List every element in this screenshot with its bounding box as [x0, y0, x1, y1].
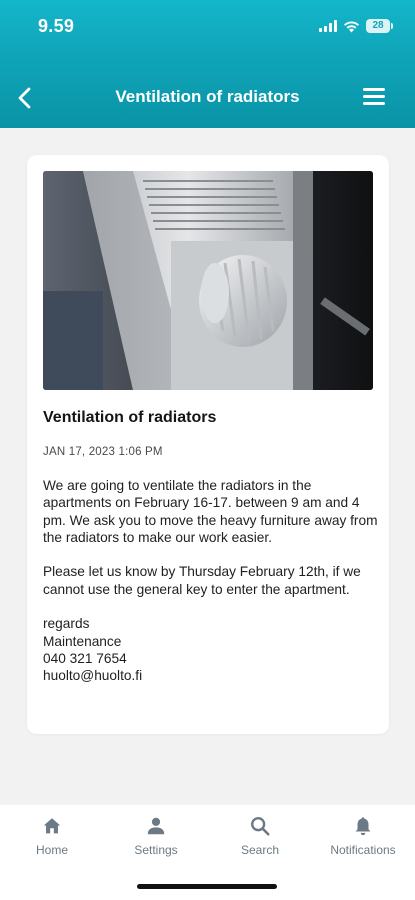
signature-email: huolto@huolto.fi	[43, 668, 143, 684]
tab-notifications[interactable]: Notifications	[311, 815, 415, 867]
back-button[interactable]	[12, 84, 40, 112]
bell-icon	[355, 817, 371, 836]
article-date: JAN 17, 2023 1:06 PM	[43, 446, 163, 458]
status-bar: 9.59 28	[0, 0, 415, 54]
signature-greeting: regards	[43, 616, 90, 632]
tab-notifications-label: Notifications	[330, 843, 396, 857]
battery-icon: 28	[366, 19, 393, 33]
page-title: Ventilation of radiators	[115, 87, 300, 106]
battery-level: 28	[372, 20, 384, 31]
signature-sender: Maintenance	[43, 633, 122, 649]
article-paragraph: We are going to ventilate the radiators …	[43, 478, 378, 545]
article-signature: regards Maintenance 040 321 7654 huolto@…	[43, 615, 378, 684]
article-title: Ventilation of radiators	[43, 409, 217, 426]
tab-search-label: Search	[240, 843, 280, 857]
hamburger-menu-icon	[363, 88, 385, 91]
article-card: Ventilation of radiators JAN 17, 2023 1:…	[27, 155, 389, 734]
app-header: 9.59 28 Ventilation of radiators	[0, 0, 415, 128]
tab-home[interactable]: Home	[0, 815, 104, 867]
tab-search[interactable]: Search	[208, 815, 312, 867]
tab-settings[interactable]: Settings	[104, 815, 208, 867]
article-paragraph: Please let us know by Thursday February …	[43, 564, 361, 597]
chevron-left-icon	[18, 87, 31, 109]
article-body: We are going to ventilate the radiators …	[43, 477, 378, 685]
wifi-icon	[343, 20, 360, 33]
signature-phone: 040 321 7654	[43, 650, 127, 666]
status-time: 9.59	[38, 16, 75, 36]
status-icons: 28	[319, 18, 393, 34]
tab-home-label: Home	[35, 843, 68, 857]
home-indicator	[137, 884, 277, 889]
search-icon	[251, 817, 270, 836]
radiator-photo	[43, 171, 373, 390]
home-icon	[43, 818, 61, 834]
menu-button[interactable]	[363, 88, 385, 106]
navigation-bar: Ventilation of radiators	[0, 70, 415, 126]
cellular-signal-icon	[319, 20, 337, 32]
tab-settings-label: Settings	[134, 843, 178, 857]
person-icon	[147, 817, 165, 835]
